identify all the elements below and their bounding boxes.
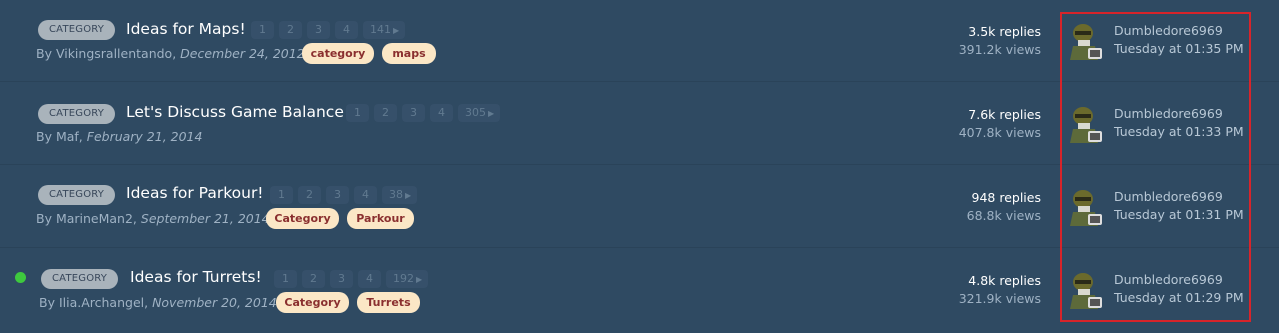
- thread-row[interactable]: CATEGORY Ideas for Parkour! 1 2 3 4 38 ▶ …: [0, 166, 1279, 248]
- thread-date[interactable]: December 24, 2012: [180, 46, 304, 61]
- last-page-link[interactable]: 38 ▶: [382, 186, 418, 204]
- author-link[interactable]: By Maf,: [36, 129, 83, 144]
- page-link[interactable]: 1: [251, 21, 274, 39]
- page-link[interactable]: 3: [307, 21, 330, 39]
- view-count: 407.8k views: [958, 125, 1041, 140]
- soldier-avatar-icon[interactable]: [1068, 20, 1104, 62]
- thread-meta: By Maf, February 21, 2014: [36, 129, 202, 145]
- thread-title[interactable]: Let's Discuss Game Balance: [126, 102, 344, 122]
- thread-stats: 3.5k replies 391.2k views: [959, 23, 1041, 59]
- author-link[interactable]: By Vikingsrallentando,: [36, 46, 176, 61]
- thread-stats: 4.8k replies 321.9k views: [959, 272, 1041, 308]
- tag-chip[interactable]: Parkour: [347, 208, 414, 229]
- page-jump: 1 2 3 4 141 ▶: [251, 21, 406, 39]
- page-link[interactable]: 4: [335, 21, 358, 39]
- thread-date[interactable]: September 21, 2014: [141, 211, 270, 226]
- last-page-link[interactable]: 305 ▶: [458, 104, 501, 122]
- last-poster-name[interactable]: Dumbledore6969: [1114, 22, 1223, 40]
- page-jump: 1 2 3 4 192 ▶: [274, 270, 429, 288]
- thread-title[interactable]: Ideas for Maps!: [126, 19, 246, 39]
- last-post-time[interactable]: Tuesday at 01:29 PM: [1114, 289, 1244, 307]
- page-link[interactable]: 1: [346, 104, 369, 122]
- thread-meta: By Vikingsrallentando, December 24, 2012: [36, 46, 305, 62]
- arrow-right-icon: ▶: [488, 109, 495, 118]
- category-badge[interactable]: CATEGORY: [41, 269, 119, 289]
- view-count: 68.8k views: [966, 208, 1041, 223]
- arrow-right-icon: ▶: [405, 191, 412, 200]
- tag-chip[interactable]: Category: [276, 292, 349, 313]
- page-link[interactable]: 2: [374, 104, 397, 122]
- thread-date[interactable]: February 21, 2014: [87, 129, 203, 144]
- category-badge[interactable]: CATEGORY: [38, 20, 116, 40]
- thread-title[interactable]: Ideas for Parkour!: [126, 183, 264, 203]
- reply-count: 3.5k replies: [968, 24, 1041, 39]
- last-post-time[interactable]: Tuesday at 01:35 PM: [1114, 40, 1244, 58]
- page-jump: 1 2 3 4 38 ▶: [270, 186, 418, 204]
- last-poster-name[interactable]: Dumbledore6969: [1114, 105, 1223, 123]
- page-link[interactable]: 4: [354, 186, 377, 204]
- thread-row[interactable]: CATEGORY Let's Discuss Game Balance 1 2 …: [0, 83, 1279, 165]
- reply-count: 948 replies: [971, 190, 1041, 205]
- thread-row[interactable]: CATEGORY Ideas for Turrets! 1 2 3 4 192 ▶…: [0, 249, 1279, 333]
- page-link[interactable]: 3: [330, 270, 353, 288]
- soldier-avatar-icon[interactable]: [1068, 269, 1104, 311]
- last-page-link[interactable]: 141 ▶: [363, 21, 406, 39]
- page-number: 192: [393, 272, 414, 285]
- page-link[interactable]: 4: [358, 270, 381, 288]
- reply-count: 4.8k replies: [968, 273, 1041, 288]
- unread-indicator: [15, 272, 26, 283]
- last-post-time[interactable]: Tuesday at 01:31 PM: [1114, 206, 1244, 224]
- category-badge[interactable]: CATEGORY: [38, 185, 116, 205]
- arrow-right-icon: ▶: [393, 26, 400, 35]
- thread-row[interactable]: CATEGORY Ideas for Maps! 1 2 3 4 141 ▶ By…: [0, 0, 1279, 82]
- last-post-time[interactable]: Tuesday at 01:33 PM: [1114, 123, 1244, 141]
- page-link[interactable]: 2: [302, 270, 325, 288]
- page-link[interactable]: 1: [270, 186, 293, 204]
- soldier-avatar-icon[interactable]: [1068, 103, 1104, 145]
- tag-chip[interactable]: category: [302, 43, 374, 64]
- page-jump: 1 2 3 4 305 ▶: [346, 104, 501, 122]
- page-number: 38: [389, 188, 403, 201]
- page-link[interactable]: 2: [279, 21, 302, 39]
- last-page-link[interactable]: 192 ▶: [386, 270, 429, 288]
- page-link[interactable]: 3: [402, 104, 425, 122]
- thread-meta: By MarineMan2, September 21, 2014: [36, 211, 270, 227]
- view-count: 321.9k views: [958, 291, 1041, 306]
- tag-chip[interactable]: Turrets: [357, 292, 420, 313]
- page-link[interactable]: 4: [430, 104, 453, 122]
- page-number: 141: [370, 23, 391, 36]
- thread-title[interactable]: Ideas for Turrets!: [130, 267, 262, 287]
- category-badge[interactable]: CATEGORY: [38, 104, 116, 124]
- thread-stats: 7.6k replies 407.8k views: [959, 106, 1041, 142]
- thread-stats: 948 replies 68.8k views: [967, 189, 1041, 225]
- author-link[interactable]: By MarineMan2,: [36, 211, 137, 226]
- last-poster-name[interactable]: Dumbledore6969: [1114, 188, 1223, 206]
- page-number: 305: [465, 106, 486, 119]
- arrow-right-icon: ▶: [416, 275, 423, 284]
- last-poster-name[interactable]: Dumbledore6969: [1114, 271, 1223, 289]
- view-count: 391.2k views: [958, 42, 1041, 57]
- reply-count: 7.6k replies: [968, 107, 1041, 122]
- page-link[interactable]: 2: [298, 186, 321, 204]
- tag-chip[interactable]: maps: [382, 43, 436, 64]
- page-link[interactable]: 1: [274, 270, 297, 288]
- page-link[interactable]: 3: [326, 186, 349, 204]
- author-link[interactable]: By Ilia.Archangel,: [39, 295, 148, 310]
- soldier-avatar-icon[interactable]: [1068, 186, 1104, 228]
- thread-meta: By Ilia.Archangel, November 20, 2014: [39, 295, 277, 311]
- tag-chip[interactable]: Category: [266, 208, 339, 229]
- thread-date[interactable]: November 20, 2014: [152, 295, 277, 310]
